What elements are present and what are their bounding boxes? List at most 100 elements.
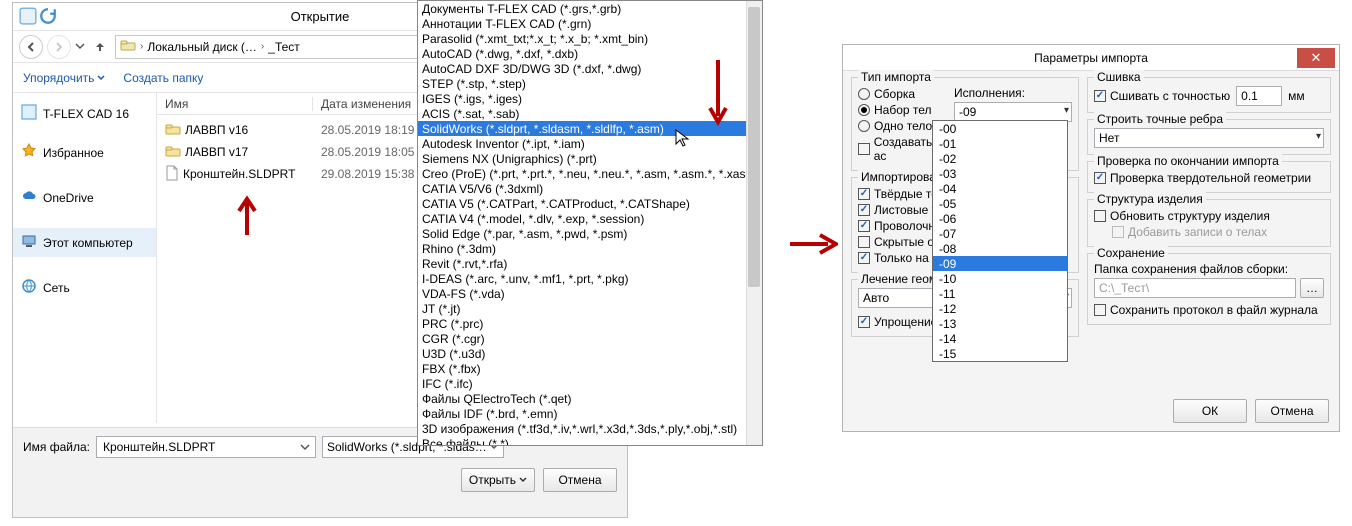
checkbox-icon: [858, 220, 870, 232]
exec-option[interactable]: -07: [933, 226, 1067, 241]
close-button[interactable]: ✕: [1297, 48, 1335, 68]
breadcrumb-folder[interactable]: _Тест: [268, 40, 300, 54]
filetype-option[interactable]: Файлы QElectroTech (*.qet): [418, 391, 762, 406]
check-save-log[interactable]: Сохранить протокол в файл журнала: [1094, 302, 1324, 318]
group-label: Сохранение: [1094, 246, 1168, 260]
checkbox-icon: [858, 236, 870, 248]
filename-field[interactable]: [101, 439, 311, 455]
exec-option[interactable]: -14: [933, 331, 1067, 346]
heal-value: Авто: [863, 291, 889, 305]
app-icon: [19, 7, 37, 25]
nav-up-button[interactable]: [89, 36, 111, 58]
close-icon: ✕: [1311, 50, 1322, 66]
chevron-down-icon: ▾: [1064, 105, 1069, 116]
sidebar-item-network[interactable]: Сеть: [13, 273, 156, 302]
exec-option[interactable]: -11: [933, 286, 1067, 301]
check-geom[interactable]: Проверка твердотельной геометрии: [1094, 170, 1324, 186]
cancel-button[interactable]: Отмена: [1255, 399, 1329, 423]
filetype-option[interactable]: CATIA V4 (*.model, *.dlv, *.exp, *.sessi…: [418, 211, 762, 226]
exec-option[interactable]: -10: [933, 271, 1067, 286]
filetype-option[interactable]: Revit (*.rvt,*.rfa): [418, 256, 762, 271]
file-icon: [165, 165, 179, 184]
cursor-icon: [674, 128, 690, 151]
filetype-option[interactable]: CGR (*.cgr): [418, 331, 762, 346]
sidebar-item-label: Сеть: [43, 281, 70, 295]
filetype-option[interactable]: Siemens NX (Unigraphics) (*.prt): [418, 151, 762, 166]
cancel-button[interactable]: Отмена: [543, 468, 617, 492]
exec-option[interactable]: -02: [933, 151, 1067, 166]
sidebar-item-label: OneDrive: [43, 191, 94, 205]
save-path-input: C:\_Тест\: [1094, 278, 1296, 298]
filetype-option[interactable]: AutoCAD (*.dwg, *.dxf, *.dxb): [418, 46, 762, 61]
scrollbar-thumb[interactable]: [748, 7, 760, 287]
organize-menu[interactable]: Упорядочить: [23, 71, 105, 85]
filetype-option[interactable]: Документы T-FLEX CAD (*.grs,*.grb): [418, 1, 762, 16]
nav-back-button[interactable]: [19, 35, 43, 59]
filetype-option[interactable]: Аннотации T-FLEX CAD (*.grn): [418, 16, 762, 31]
filetype-option[interactable]: Все файлы (*.*): [418, 436, 762, 446]
filetype-option[interactable]: Parasolid (*.xmt_txt;*.x_t; *.x_b; *.xmt…: [418, 31, 762, 46]
filetype-option[interactable]: CATIA V5 (*.CATPart, *.CATProduct, *.CAT…: [418, 196, 762, 211]
filetype-option[interactable]: Rhino (*.3dm): [418, 241, 762, 256]
filename-label: Имя файла:: [23, 440, 90, 454]
filetype-option[interactable]: Creo (ProE) (*.prt, *.prt.*, *.neu, *.ne…: [418, 166, 762, 181]
exec-option[interactable]: -01: [933, 136, 1067, 151]
nav-recent-icon[interactable]: [75, 40, 85, 54]
radio-bodyset[interactable]: Набор тел: [858, 102, 946, 118]
ellipsis-icon: …: [1306, 281, 1318, 295]
sidebar-item-favorites[interactable]: Избранное: [13, 138, 156, 167]
browse-button[interactable]: …: [1300, 278, 1324, 298]
filetype-option[interactable]: I-DEAS (*.arc, *.unv, *.mf1, *.prt, *.pk…: [418, 271, 762, 286]
check-update-struct[interactable]: Обновить структуру изделия: [1094, 208, 1324, 224]
filetype-option[interactable]: FBX (*.fbx): [418, 361, 762, 376]
exec-option[interactable]: -00: [933, 121, 1067, 136]
exec-dropdown[interactable]: -00-01-02-03-04-05-06-07-08-09-10-11-12-…: [932, 120, 1068, 362]
filetype-option[interactable]: IFC (*.ifc): [418, 376, 762, 391]
ok-button[interactable]: ОК: [1173, 399, 1247, 423]
exec-option[interactable]: -04: [933, 181, 1067, 196]
exec-option[interactable]: -13: [933, 316, 1067, 331]
filetype-option[interactable]: JT (*.jt): [418, 301, 762, 316]
exec-option[interactable]: -15: [933, 346, 1067, 361]
sidebar-item-onedrive[interactable]: OneDrive: [13, 183, 156, 212]
nav-forward-button[interactable]: [47, 35, 71, 59]
edges-select[interactable]: Нет ▾: [1094, 128, 1324, 148]
check-sew[interactable]: Сшивать с точностью: [1094, 88, 1230, 104]
exec-option[interactable]: -09: [933, 256, 1067, 271]
chevron-right-icon: ›: [261, 41, 264, 52]
checkbox-icon: [858, 252, 870, 264]
exec-option[interactable]: -08: [933, 241, 1067, 256]
filetype-option[interactable]: U3D (*.u3d): [418, 346, 762, 361]
group-check: Проверка по окончании импорта Проверка т…: [1087, 161, 1331, 193]
exec-option[interactable]: -12: [933, 301, 1067, 316]
sidebar-item-tflex[interactable]: T-FLEX CAD 16: [13, 99, 156, 128]
sidebar-item-label: T-FLEX CAD 16: [43, 107, 129, 121]
scrollbar[interactable]: [746, 1, 762, 445]
filetype-option[interactable]: Autodesk Inventor (*.ipt, *.iam): [418, 136, 762, 151]
new-folder-button[interactable]: Создать папку: [123, 71, 203, 85]
filetype-option[interactable]: Файлы IDF (*.brd, *.emn): [418, 406, 762, 421]
exec-option[interactable]: -05: [933, 196, 1067, 211]
open-button[interactable]: Открыть: [461, 468, 535, 492]
radio-assembly[interactable]: Сборка: [858, 86, 946, 102]
drive-icon: [120, 38, 136, 55]
chevron-down-icon[interactable]: [297, 439, 313, 455]
sew-precision-input[interactable]: 0.1: [1236, 86, 1282, 106]
exec-option[interactable]: -06: [933, 211, 1067, 226]
filetype-option[interactable]: 3D изображения (*.tf3d,*.iv,*.wrl,*.x3d,…: [418, 421, 762, 436]
col-name-header[interactable]: Имя: [157, 97, 313, 111]
group-struct: Структура изделия Обновить структуру изд…: [1087, 199, 1331, 247]
exec-select[interactable]: -09 ▾: [954, 102, 1072, 122]
filetype-option[interactable]: PRC (*.prc): [418, 316, 762, 331]
filetype-option[interactable]: VDA-FS (*.vda): [418, 286, 762, 301]
checkbox-icon: [858, 143, 870, 155]
filetype-option[interactable]: CATIA V5/V6 (*.3dxml): [418, 181, 762, 196]
filename-input[interactable]: [96, 436, 316, 458]
sidebar-item-thispc[interactable]: Этот компьютер: [13, 228, 156, 257]
exec-option[interactable]: -03: [933, 166, 1067, 181]
filetype-option[interactable]: Solid Edge (*.par, *.asm, *.pwd, *.psm): [418, 226, 762, 241]
exec-label: Исполнения:: [954, 86, 1072, 100]
file-name: Кронштейн.SLDPRT: [183, 167, 295, 181]
radio-icon: [858, 88, 870, 100]
breadcrumb-root[interactable]: Локальный диск (…: [147, 40, 257, 54]
